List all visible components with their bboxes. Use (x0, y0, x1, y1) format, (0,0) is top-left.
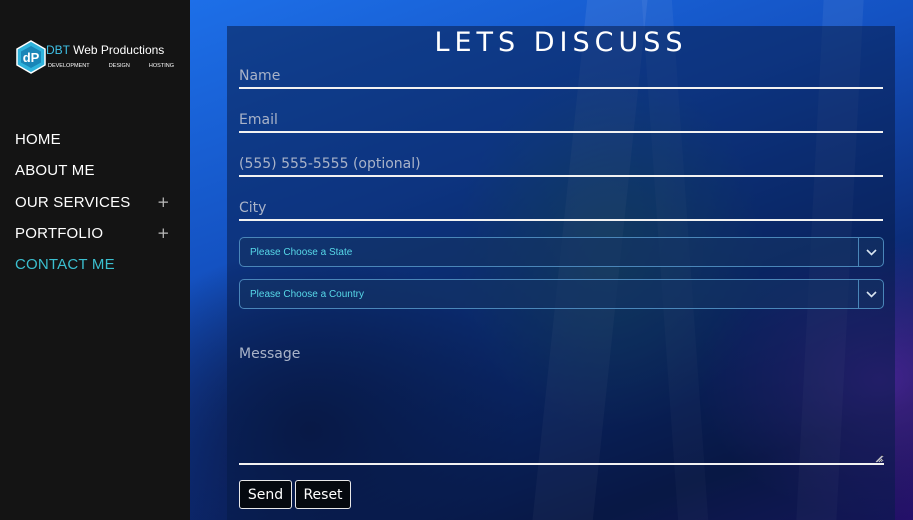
phone-field[interactable] (239, 153, 883, 177)
state-select[interactable]: Please Choose a State (239, 237, 884, 267)
nav-item-about-me[interactable]: ABOUT ME (0, 155, 190, 186)
country-dropdown-button[interactable] (858, 280, 883, 308)
nav-item-label: HOME (15, 131, 61, 149)
resize-grip-icon[interactable] (874, 454, 883, 463)
brand-tag: HOSTING (148, 63, 174, 69)
brand-name: DBT Web Productions (46, 43, 165, 57)
state-select-value: Please Choose a State (250, 246, 353, 258)
nav-item-label: PORTFOLIO (15, 225, 104, 243)
nav-item-label: CONTACT ME (15, 256, 115, 274)
name-field[interactable] (239, 65, 883, 89)
brand-tag: DESIGN (108, 63, 130, 69)
city-field[interactable] (239, 197, 883, 221)
chevron-down-icon (865, 248, 877, 256)
nav-item-home[interactable]: HOME (0, 124, 190, 155)
brand-logo[interactable]: dP DBT Web Productions DEVELOPMENT DESIG… (14, 38, 174, 76)
send-button[interactable]: Send (239, 480, 292, 509)
message-field[interactable] (239, 340, 884, 465)
country-select[interactable]: Please Choose a Country (239, 279, 884, 309)
logo-badge-icon: dP (16, 40, 46, 74)
reset-button[interactable]: Reset (295, 480, 351, 509)
chevron-down-icon (865, 290, 877, 298)
nav-item-portfolio[interactable]: PORTFOLIO + (0, 218, 190, 249)
brand-tags: DEVELOPMENT DESIGN HOSTING (48, 63, 174, 69)
brand-tag: DEVELOPMENT (48, 63, 90, 69)
nav-item-contact-me[interactable]: CONTACT ME (0, 249, 190, 280)
nav-item-our-services[interactable]: OUR SERVICES + (0, 187, 190, 218)
sidebar: dP DBT Web Productions DEVELOPMENT DESIG… (0, 0, 190, 520)
state-dropdown-button[interactable] (858, 238, 883, 266)
email-field[interactable] (239, 109, 883, 133)
page-title: LETS DISCUSS (434, 27, 688, 58)
main-nav: HOME ABOUT ME OUR SERVICES + PORTFOLIO + C… (0, 124, 190, 280)
nav-item-label: ABOUT ME (15, 162, 95, 180)
plus-icon[interactable]: + (157, 224, 170, 242)
nav-item-label: OUR SERVICES (15, 193, 131, 211)
plus-icon[interactable]: + (157, 193, 170, 211)
svg-text:dP: dP (23, 50, 40, 65)
country-select-value: Please Choose a Country (250, 288, 364, 300)
